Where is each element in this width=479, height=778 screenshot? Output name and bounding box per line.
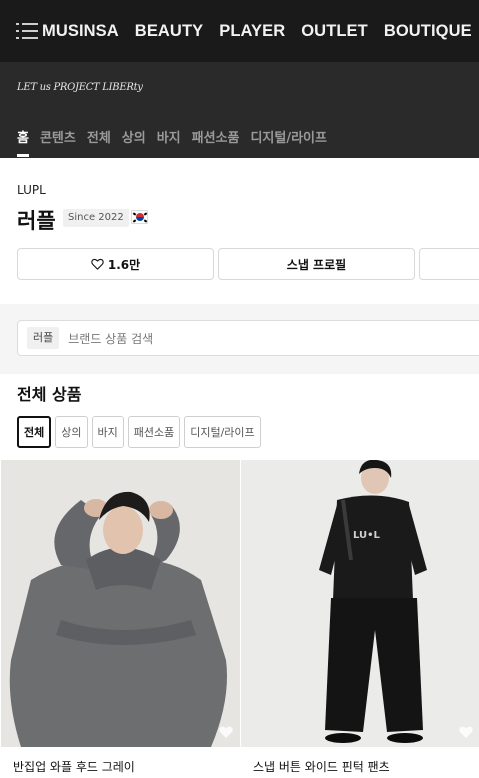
filter-digital-life[interactable]: 디지털/라이프 xyxy=(184,416,261,448)
search-section: 러플 브랜드 상품 검색 xyxy=(0,304,479,374)
brand-header: LET us PROJECT LIBERty 홈 콘텐츠 전체 상의 바지 패션… xyxy=(0,62,479,158)
product-filter-chips: 전체 상의 바지 패션소품 디지털/라이프 xyxy=(17,416,265,448)
brand-name-korean: 러플 xyxy=(17,209,56,233)
product-grid: 반집업 와플 후드 그레이 LU•L 스냅 버튼 와이드 핀턱 팬츠 xyxy=(0,460,479,778)
nav-boutique[interactable]: BOUTIQUE xyxy=(384,22,472,41)
tab-digital-life[interactable]: 디지털/라이프 xyxy=(250,127,327,146)
brand-tabs: 홈 콘텐츠 전체 상의 바지 패션소품 디지털/라이프 xyxy=(17,127,338,157)
snap-profile-button[interactable]: 스냅 프로필 xyxy=(218,248,415,280)
product-image[interactable]: LU•L xyxy=(241,460,479,747)
main-category-nav: MUSINSA BEAUTY PLAYER OUTLET BOUTIQUE S xyxy=(42,22,479,41)
tab-tops[interactable]: 상의 xyxy=(122,127,146,146)
like-button[interactable]: 1.6만 xyxy=(17,248,214,280)
snap-profile-label: 스냅 프로필 xyxy=(286,257,347,272)
svg-text:LU•L: LU•L xyxy=(353,530,381,541)
nav-beauty[interactable]: BEAUTY xyxy=(135,22,203,41)
tab-pants[interactable]: 바지 xyxy=(157,127,181,146)
korea-flag-icon xyxy=(131,210,148,224)
since-badge: Since 2022 xyxy=(63,209,129,227)
product-name[interactable]: 반집업 와플 후드 그레이 xyxy=(13,758,135,775)
brand-search-input[interactable]: 러플 브랜드 상품 검색 xyxy=(17,320,479,356)
search-placeholder: 브랜드 상품 검색 xyxy=(68,331,154,346)
search-brand-chip: 러플 xyxy=(27,327,60,349)
heart-outline-icon xyxy=(91,258,104,270)
nav-outlet[interactable]: OUTLET xyxy=(301,22,368,41)
product-photo-black-pants: LU•L xyxy=(241,460,479,747)
tab-all[interactable]: 전체 xyxy=(87,127,111,146)
top-navigation: MUSINSA BEAUTY PLAYER OUTLET BOUTIQUE S xyxy=(0,0,479,62)
brand-logo: LET us PROJECT LIBERty xyxy=(17,82,143,93)
filter-accessories[interactable]: 패션소품 xyxy=(127,416,181,448)
filter-tops[interactable]: 상의 xyxy=(55,416,88,448)
tab-contents[interactable]: 콘텐츠 xyxy=(40,127,76,146)
tab-home[interactable]: 홈 xyxy=(17,127,29,157)
product-image[interactable] xyxy=(1,460,240,747)
product-card[interactable]: LU•L 스냅 버튼 와이드 핀턱 팬츠 xyxy=(241,460,479,778)
product-photo-grey-hoodie xyxy=(1,460,240,747)
brand-name-english: LUPL xyxy=(17,183,46,197)
product-name[interactable]: 스냅 버튼 와이드 핀턱 팬츠 xyxy=(253,758,390,775)
wishlist-heart-icon[interactable] xyxy=(218,725,234,739)
more-action-button[interactable] xyxy=(419,248,479,280)
nav-musinsa[interactable]: MUSINSA xyxy=(42,22,119,41)
nav-player[interactable]: PLAYER xyxy=(219,22,285,41)
wishlist-heart-icon[interactable] xyxy=(458,725,474,739)
product-card[interactable]: 반집업 와플 후드 그레이 xyxy=(1,460,240,778)
like-count: 1.6만 xyxy=(107,257,141,272)
products-section-title: 전체 상품 xyxy=(17,385,82,404)
filter-pants[interactable]: 바지 xyxy=(91,416,124,448)
filter-all[interactable]: 전체 xyxy=(17,416,52,448)
tab-accessories[interactable]: 패션소품 xyxy=(192,127,240,146)
